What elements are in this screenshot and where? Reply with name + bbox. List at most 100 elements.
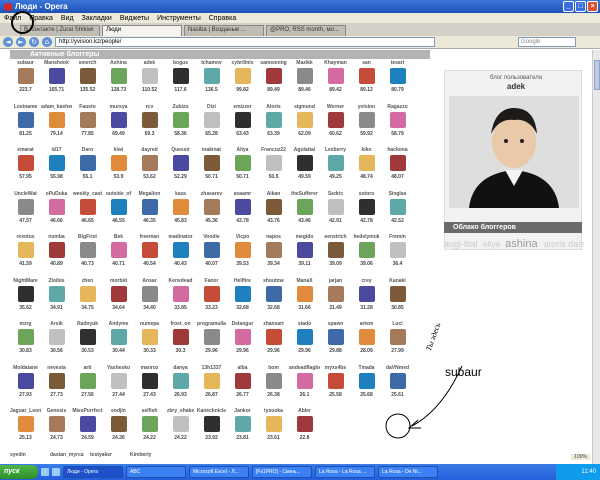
blogger-cell[interactable]: Agulattai 49.59: [289, 147, 320, 190]
menu-item[interactable]: Справка: [209, 15, 236, 22]
blogger-name[interactable]: 13h1337: [196, 365, 227, 371]
blogger-cell[interactable]: samsoning 89.49: [258, 60, 289, 103]
blogger-cell[interactable]: Yashesko 27.44: [103, 365, 134, 408]
blogger-avatar[interactable]: [203, 329, 220, 345]
blogger-name[interactable]: numba: [41, 234, 72, 240]
blogger-cell[interactable]: manroz 27.43: [134, 365, 165, 408]
blogger-name[interactable]: Manshook: [41, 60, 72, 66]
blogger-avatar[interactable]: [79, 155, 96, 171]
blogger-name[interactable]: eenstrich: [320, 234, 351, 240]
blogger-name[interactable]: sigmund: [289, 104, 320, 110]
blogger-cell[interactable]: adam_kasher 79.14: [41, 104, 72, 147]
blogger-avatar[interactable]: [17, 416, 34, 432]
cloud-tag[interactable]: altya: [483, 240, 502, 249]
blogger-avatar[interactable]: [327, 329, 344, 345]
blogger-name[interactable]: theSufferer: [289, 191, 320, 197]
blogger-name[interactable]: san: [351, 60, 382, 66]
blogger-name[interactable]: Francuz22: [258, 147, 289, 153]
blogger-name[interactable]: Genesis: [41, 408, 72, 414]
blogger-name[interactable]: emizzer: [227, 104, 258, 110]
blogger-avatar[interactable]: [48, 111, 65, 128]
blogger-avatar[interactable]: [48, 242, 65, 258]
blogger-name[interactable]: stado: [289, 321, 320, 327]
blogger-avatar[interactable]: [110, 285, 127, 302]
blogger-name[interactable]: zhansart: [258, 321, 289, 327]
blogger-avatar[interactable]: [389, 68, 406, 84]
blogger-avatar[interactable]: [79, 416, 96, 432]
blogger-avatar[interactable]: [358, 155, 375, 171]
blogger-cell[interactable]: san 89.12: [351, 60, 382, 103]
blogger-avatar[interactable]: [234, 155, 251, 171]
blogger-name[interactable]: Lexberry: [320, 147, 351, 153]
blogger-cell[interactable]: zbry_shake 24.22: [165, 408, 196, 451]
blogger-name[interactable]: Andyme: [103, 321, 134, 327]
blogger-cell[interactable]: Atoris 63.39: [258, 104, 289, 147]
blogger-cell[interactable]: Francuz22 50.5: [258, 147, 289, 190]
blogger-cell[interactable]: Arsik 30.56: [41, 321, 72, 364]
blogger-name[interactable]: Werner: [320, 104, 351, 110]
blogger-cell[interactable]: Khayman 89.42: [320, 60, 351, 103]
blogger-avatar[interactable]: [358, 68, 375, 84]
blogger-name[interactable]: Bek: [103, 234, 134, 240]
blogger-avatar[interactable]: [358, 329, 375, 345]
blogger-avatar[interactable]: [265, 329, 282, 345]
blogger-avatar[interactable]: [203, 416, 220, 432]
blogger-cell[interactable]: Lostname 81.25: [10, 104, 41, 147]
blogger-avatar[interactable]: [358, 285, 375, 302]
blogger-name[interactable]: MissPurrfect: [72, 408, 103, 414]
blogger-avatar[interactable]: [141, 285, 158, 302]
blogger-cell[interactable]: outside_of 46.55: [103, 191, 134, 234]
blogger-name[interactable]: napos: [258, 234, 289, 240]
blogger-name[interactable]: avaamr: [227, 191, 258, 197]
blogger-name[interactable]: adek: [134, 60, 165, 66]
blogger-cell[interactable]: Fanor 33.23: [196, 278, 227, 321]
blogger-cell[interactable]: eenstrich 39.09: [320, 234, 351, 277]
blogger-name[interactable]: Jankor: [227, 408, 258, 414]
blogger-name[interactable]: Kimberly: [130, 452, 151, 458]
blogger-avatar[interactable]: [17, 155, 34, 171]
blogger-name[interactable]: weekly_cast: [72, 191, 103, 197]
blogger-name[interactable]: eodjin: [103, 408, 134, 414]
blogger-cell[interactable]: weekly_cast 46.65: [72, 191, 103, 234]
blogger-cell[interactable]: Daro 55.1: [72, 147, 103, 190]
blogger-avatar[interactable]: [48, 372, 65, 389]
cloud-tag[interactable]: atoris dars dizi: [544, 239, 584, 249]
blogger-cell[interactable]: nevesta 27.73: [41, 365, 72, 408]
blogger-name[interactable]: hedelymuk: [351, 234, 382, 240]
blogger-avatar[interactable]: [203, 242, 220, 258]
blogger-cell[interactable]: Tmada 25.68: [351, 365, 382, 408]
blogger-avatar[interactable]: [141, 111, 158, 128]
blogger-avatar[interactable]: [79, 285, 96, 302]
cloud-tag[interactable]: augi-lital: [444, 239, 480, 249]
blogger-avatar[interactable]: [234, 68, 251, 84]
blogger-name[interactable]: Megalion: [134, 191, 165, 197]
taskbar-window-button[interactable]: Люди - Opera: [63, 466, 123, 478]
blogger-name[interactable]: yvision: [351, 104, 382, 110]
blogger-cell[interactable]: Vicpo 39.53: [227, 234, 258, 277]
blogger-cell[interactable]: Andyme 30.44: [103, 321, 134, 364]
blogger-cell[interactable]: rexotus 41.59: [10, 234, 41, 277]
blogger-cell[interactable]: 13h1337 26.87: [196, 365, 227, 408]
blogger-avatar[interactable]: [234, 242, 251, 258]
browser-tab[interactable]: @PRO, RSS month, мо...: [266, 25, 346, 36]
blogger-avatar[interactable]: [296, 372, 313, 389]
blogger-avatar[interactable]: [79, 68, 96, 84]
minimize-button[interactable]: _: [563, 1, 574, 12]
blogger-avatar[interactable]: [234, 372, 251, 389]
blogger-name[interactable]: zhasarev: [196, 191, 227, 197]
blogger-name[interactable]: Delangur: [227, 321, 258, 327]
blogger-cell[interactable]: hedelymuk 39.06: [351, 234, 382, 277]
blogger-cell[interactable]: freeman 40.54: [134, 234, 165, 277]
blogger-name[interactable]: Aikan: [258, 191, 289, 197]
blogger-cell[interactable]: Fremin 36.4: [382, 234, 413, 277]
blogger-name[interactable]: oPuDuka: [41, 191, 72, 197]
blogger-cell[interactable]: megido 39.11: [289, 234, 320, 277]
blogger-cell[interactable]: morbid 34.64: [103, 278, 134, 321]
forward-icon[interactable]: ►: [16, 37, 26, 47]
blogger-cell[interactable]: Sedric 42.91: [320, 191, 351, 234]
blogger-name[interactable]: Kanecknicle: [196, 408, 227, 414]
blogger-name[interactable]: mzrg: [10, 321, 41, 327]
blogger-name[interactable]: spawn: [320, 321, 351, 327]
blogger-name[interactable]: shoutme: [258, 278, 289, 284]
blogger-name[interactable]: Tmada: [351, 365, 382, 371]
